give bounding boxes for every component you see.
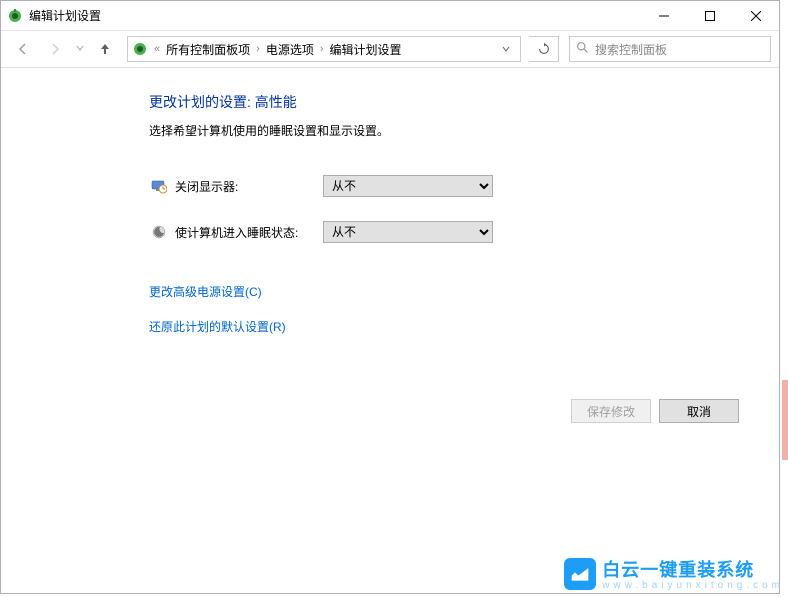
moon-icon <box>149 224 169 240</box>
setting-row-display-off: 关闭显示器: 从不 <box>149 175 739 197</box>
decorative-strip <box>782 380 788 460</box>
window-frame: 编辑计划设置 <box>0 0 780 594</box>
up-button[interactable] <box>91 35 119 63</box>
breadcrumb-root-chevron[interactable]: « <box>152 43 162 55</box>
content-area: 更改计划的设置: 高性能 选择希望计算机使用的睡眠设置和显示设置。 关闭显示器:… <box>1 68 779 369</box>
app-icon <box>7 8 23 24</box>
search-box[interactable]: 搜索控制面板 <box>569 36 771 62</box>
plan-name: 高性能 <box>255 94 297 110</box>
button-bar: 保存修改 取消 <box>1 399 779 423</box>
breadcrumb-item-2[interactable]: 编辑计划设置 <box>330 41 402 58</box>
maximize-button[interactable] <box>687 1 733 31</box>
titlebar: 编辑计划设置 <box>1 1 779 31</box>
breadcrumb-item-1[interactable]: 电源选项 <box>266 41 314 58</box>
navbar: « 所有控制面板项 › 电源选项 › 编辑计划设置 搜索 <box>1 31 779 67</box>
breadcrumb-item-0[interactable]: 所有控制面板项 <box>166 41 250 58</box>
setting-label: 使计算机进入睡眠状态: <box>175 224 323 241</box>
cancel-button[interactable]: 取消 <box>659 399 739 423</box>
address-bar[interactable]: « 所有控制面板项 › 电源选项 › 编辑计划设置 <box>127 36 521 62</box>
chevron-right-icon: › <box>318 43 326 55</box>
monitor-timer-icon <box>149 178 169 194</box>
close-button[interactable] <box>733 1 779 31</box>
chevron-right-icon: › <box>254 43 262 55</box>
search-icon <box>576 41 589 57</box>
links-section: 更改高级电源设置(C) 还原此计划的默认设置(R) <box>149 283 739 353</box>
page-heading: 更改计划的设置: 高性能 <box>149 92 739 112</box>
restore-defaults-link[interactable]: 还原此计划的默认设置(R) <box>149 318 286 335</box>
heading-prefix: 更改计划的设置: <box>149 94 255 110</box>
setting-label: 关闭显示器: <box>175 178 323 195</box>
minimize-button[interactable] <box>641 1 687 31</box>
display-off-select[interactable]: 从不 <box>323 175 493 197</box>
sleep-select[interactable]: 从不 <box>323 221 493 243</box>
address-dropdown[interactable] <box>496 37 516 61</box>
back-button[interactable] <box>9 35 37 63</box>
save-button: 保存修改 <box>571 399 651 423</box>
forward-button[interactable] <box>41 35 69 63</box>
control-panel-icon <box>132 41 148 57</box>
recent-dropdown[interactable] <box>73 44 87 55</box>
advanced-power-settings-link[interactable]: 更改高级电源设置(C) <box>149 283 262 300</box>
window-title: 编辑计划设置 <box>29 7 641 24</box>
refresh-button[interactable] <box>529 36 559 62</box>
search-placeholder: 搜索控制面板 <box>595 41 764 58</box>
page-subtext: 选择希望计算机使用的睡眠设置和显示设置。 <box>149 122 739 139</box>
setting-row-sleep: 使计算机进入睡眠状态: 从不 <box>149 221 739 243</box>
